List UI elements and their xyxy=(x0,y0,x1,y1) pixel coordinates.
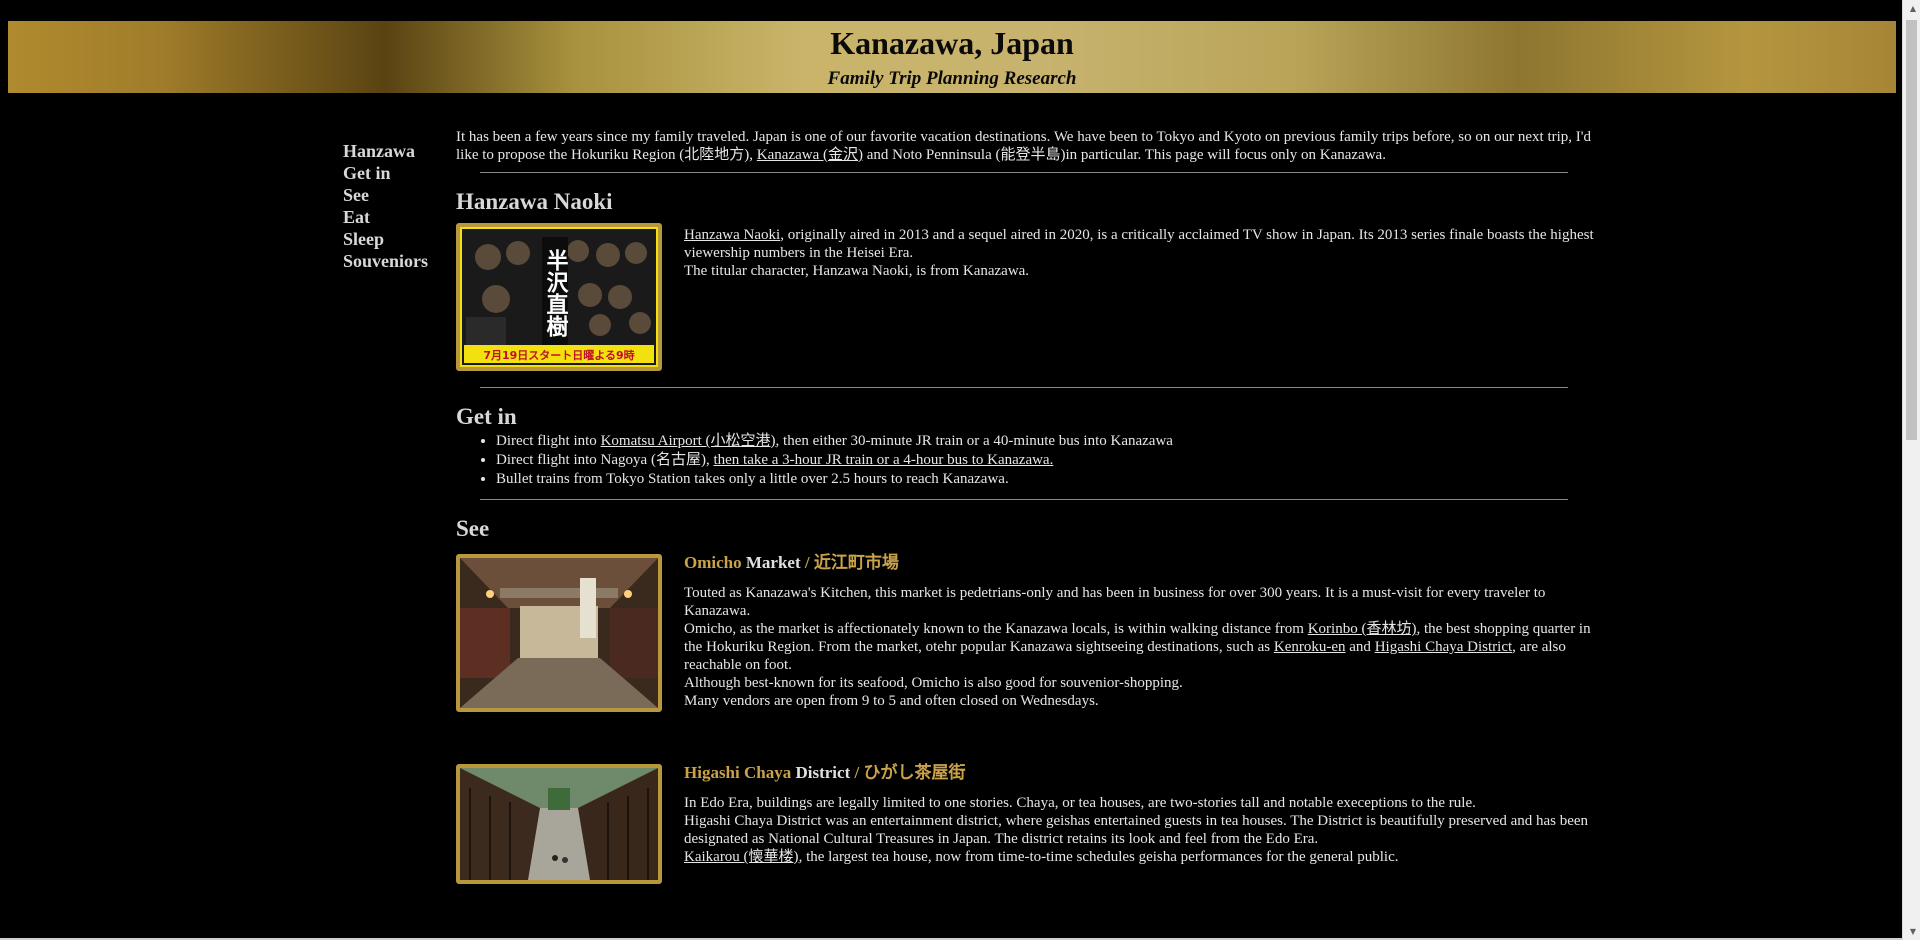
scrollbar-thumb[interactable] xyxy=(1906,20,1917,440)
list-item: Bullet trains from Tokyo Station takes o… xyxy=(496,470,1591,489)
nav-link-hanzawa[interactable]: Hanzawa xyxy=(343,140,428,162)
scroll-up-arrow-icon[interactable]: ▲ xyxy=(1910,4,1916,13)
side-nav: Hanzawa Get in See Eat Sleep Souveniors xyxy=(343,140,428,272)
hanzawa-paragraph-1: Hanzawa Naoki, originally aired in 2013 … xyxy=(684,227,1594,261)
omicho-section: Omicho Market / 近江町市場 Touted as Kanazawa… xyxy=(456,554,1591,764)
getin-list: Direct flight into Komatsu Airport (小松空港… xyxy=(456,432,1591,489)
nav-link-see[interactable]: See xyxy=(343,184,428,206)
hanzawa-text: Hanzawa Naoki, originally aired in 2013 … xyxy=(684,226,1594,280)
nav-link-sleep[interactable]: Sleep xyxy=(343,228,428,250)
page-title: Kanazawa, Japan xyxy=(830,25,1074,61)
section-divider xyxy=(479,172,1568,173)
getin-heading: Get in xyxy=(456,404,517,429)
higashi-paragraph-1: In Edo Era, buildings are legally limite… xyxy=(684,795,1476,811)
nav-link-souveniors[interactable]: Souveniors xyxy=(343,250,428,272)
vertical-scrollbar[interactable]: ▲ ▼ xyxy=(1902,0,1920,940)
omicho-text: Omicho Market / 近江町市場 Touted as Kanazawa… xyxy=(684,554,1594,710)
omicho-market-image xyxy=(456,554,662,712)
market-photo-graphic xyxy=(460,558,658,708)
section-divider xyxy=(479,387,1568,388)
drama-poster-graphic: 半沢直樹 7月19日スタート日曜よる9時 xyxy=(460,227,658,367)
hanzawa-paragraph-2: The titular character, Hanzawa Naoki, is… xyxy=(684,263,1030,279)
section-divider xyxy=(479,499,1568,500)
kaikarou-link[interactable]: Kaikarou (懐華楼) xyxy=(684,849,799,865)
list-item: Direct flight into Nagoya (名古屋), then ta… xyxy=(496,451,1591,470)
hanzawa-poster-image: 半沢直樹 7月19日スタート日曜よる9時 xyxy=(456,223,662,371)
hanzawa-section: 半沢直樹 7月19日スタート日曜よる9時 Hanzawa Naoki, orig… xyxy=(456,223,1594,387)
higashi-paragraph-3: Kaikarou (懐華楼), the largest tea house, n… xyxy=(684,849,1399,865)
omicho-paragraph-3: Although best-known for its seafood, Omi… xyxy=(684,675,1183,691)
omicho-paragraph-4: Many vendors are open from 9 to 5 and of… xyxy=(684,693,1099,709)
scroll-down-arrow-icon[interactable]: ▼ xyxy=(1910,927,1916,936)
see-heading: See xyxy=(456,516,490,541)
nav-link-get-in[interactable]: Get in xyxy=(343,162,428,184)
omicho-title: Omicho Market / 近江町市場 xyxy=(684,553,899,572)
page-subtitle: Family Trip Planning Research xyxy=(827,68,1077,89)
intro-paragraph: It has been a few years since my family … xyxy=(456,129,1591,163)
street-photo-graphic xyxy=(460,768,658,880)
korinbo-link[interactable]: Korinbo (香林坊) xyxy=(1308,621,1417,637)
komatsu-airport-link[interactable]: Komatsu Airport (小松空港) xyxy=(601,433,776,449)
hanzawa-naoki-link[interactable]: Hanzawa Naoki xyxy=(684,227,780,243)
page-banner: Kanazawa, Japan Family Trip Planning Res… xyxy=(8,21,1896,93)
poster-title: 半沢直樹 xyxy=(543,249,569,337)
higashi-text: Higashi Chaya District / ひがし茶屋街 In Edo E… xyxy=(684,764,1594,866)
list-item: Direct flight into Komatsu Airport (小松空港… xyxy=(496,432,1591,451)
main-content: It has been a few years since my family … xyxy=(456,128,1594,904)
hanzawa-heading: Hanzawa Naoki xyxy=(456,189,613,214)
poster-caption: 7月19日スタート日曜よる9時 xyxy=(483,348,634,362)
higashi-chaya-image xyxy=(456,764,662,884)
omicho-paragraph-2: Omicho, as the market is affectionately … xyxy=(684,621,1591,673)
higashi-title: Higashi Chaya District / ひがし茶屋街 xyxy=(684,763,966,782)
higashi-chaya-link[interactable]: Higashi Chaya District xyxy=(1375,639,1512,655)
kenroku-en-link[interactable]: Kenroku-en xyxy=(1274,639,1346,655)
kanazawa-link[interactable]: Kanazawa (金沢) xyxy=(757,147,863,163)
omicho-paragraph-1: Touted as Kanazawa's Kitchen, this marke… xyxy=(684,585,1546,619)
higashi-paragraph-2: Higashi Chaya District was an entertainm… xyxy=(684,813,1589,847)
higashi-section: Higashi Chaya District / ひがし茶屋街 In Edo E… xyxy=(456,764,1591,904)
nav-link-eat[interactable]: Eat xyxy=(343,206,428,228)
nagoya-route-link[interactable]: then take a 3-hour JR train or a 4-hour … xyxy=(713,452,1053,468)
